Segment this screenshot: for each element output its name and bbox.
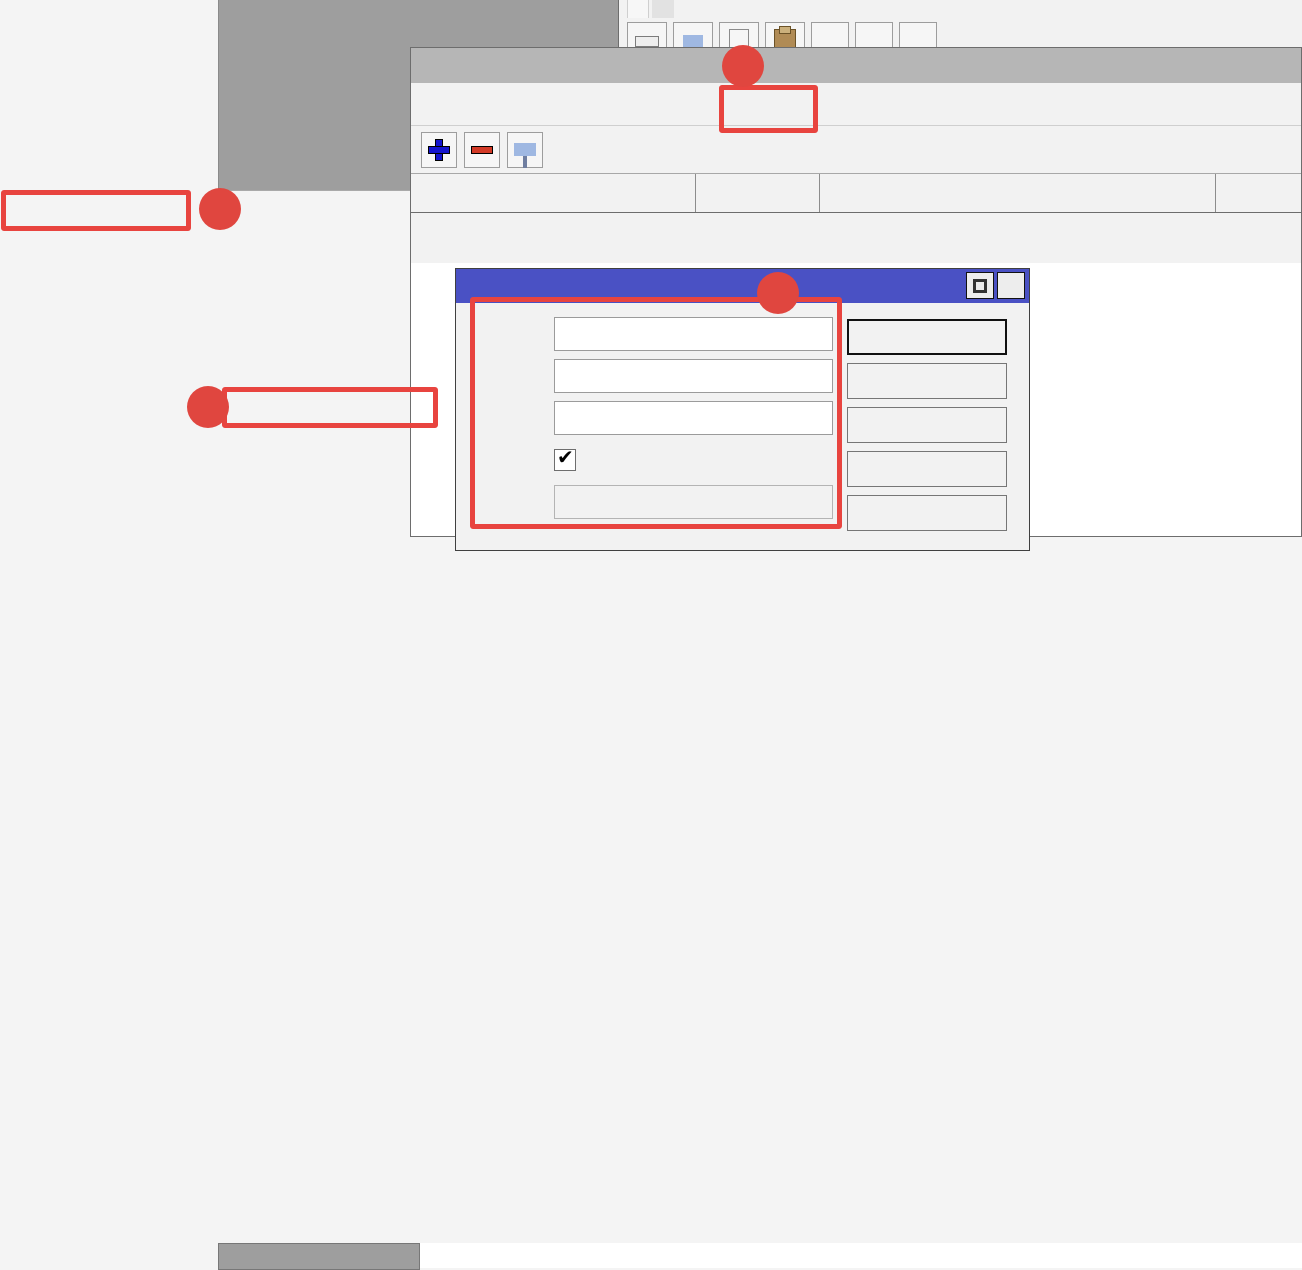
minus-icon [635, 35, 659, 47]
dhcp-option-fields [468, 317, 833, 531]
files-clipboard-button[interactable] [765, 22, 805, 48]
value-input[interactable] [554, 401, 833, 435]
main-menu-sidebar [0, 0, 218, 1243]
remove-option-button[interactable] [464, 131, 500, 168]
code-field-row [468, 359, 833, 393]
files-window-toolbar [627, 22, 937, 48]
name-input[interactable] [554, 317, 833, 351]
annotation-badge-4 [757, 272, 799, 314]
maximize-button[interactable] [966, 272, 994, 299]
ok-button[interactable] [847, 319, 1007, 355]
minus-icon [471, 145, 493, 154]
upload-button[interactable] [899, 22, 937, 48]
annotation-badge-2 [187, 386, 229, 428]
dhcp-option-dialog [455, 268, 1030, 551]
force-checkbox[interactable] [554, 447, 576, 471]
backup-button[interactable] [811, 22, 849, 48]
options-table-header [411, 173, 1301, 213]
highlight-dhcp-server-submenu [222, 387, 438, 428]
files-remove-button[interactable] [627, 22, 667, 48]
tab-file[interactable] [627, 0, 649, 18]
column-header-code[interactable] [696, 174, 820, 212]
close-button[interactable] [997, 272, 1025, 299]
dhcp-server-tabstrip [411, 83, 1301, 126]
window-controls [966, 272, 1025, 299]
value-field-row [468, 401, 833, 435]
cancel-button[interactable] [847, 363, 1007, 399]
copy-button[interactable] [847, 451, 1007, 487]
force-checkbox-row [468, 443, 833, 477]
add-option-button[interactable] [421, 131, 457, 168]
column-header-name[interactable] [411, 174, 696, 212]
name-field-row [468, 317, 833, 351]
files-document-button[interactable] [719, 22, 759, 48]
plus-icon [428, 138, 450, 161]
column-header-blank [1216, 174, 1301, 212]
maximize-icon [973, 278, 987, 293]
dhcp-option-dialog-titlebar [456, 269, 1029, 303]
filter-icon [514, 143, 536, 168]
desktop-taskbar-left [218, 1243, 420, 1270]
raw-value-field-row [468, 485, 833, 519]
remove-button[interactable] [847, 495, 1007, 531]
dhcp-option-dialog-body [456, 303, 1029, 531]
dhcp-option-dialog-buttons [847, 317, 1007, 531]
filter-options-button[interactable] [507, 131, 543, 168]
desktop-taskbar-right [420, 1243, 1302, 1268]
dhcp-server-titlebar [411, 48, 1301, 83]
clipboard-icon [774, 26, 796, 48]
restore-button[interactable] [855, 22, 893, 48]
code-input[interactable] [554, 359, 833, 393]
apply-button[interactable] [847, 407, 1007, 443]
raw-value-input [554, 485, 833, 519]
dhcp-server-toolbar [411, 126, 1301, 173]
annotation-badge-1 [199, 188, 241, 230]
filter-icon [683, 35, 703, 48]
tab-cloud-backup[interactable] [652, 0, 674, 18]
files-window [618, 0, 1302, 48]
files-filter-button[interactable] [673, 22, 713, 48]
annotation-badge-3 [722, 45, 764, 87]
files-window-tabs [627, 0, 677, 18]
column-header-value[interactable] [820, 174, 1216, 212]
